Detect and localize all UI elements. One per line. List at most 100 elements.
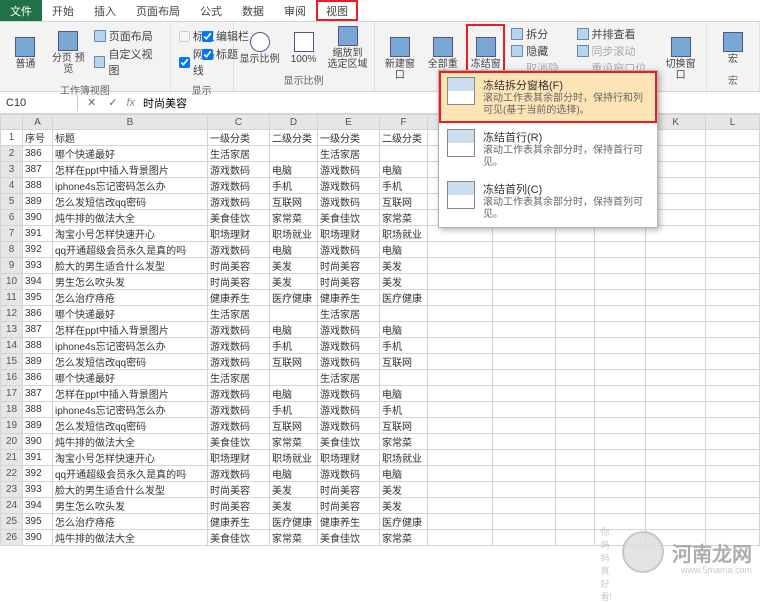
cell[interactable]	[706, 322, 760, 338]
cell[interactable]: 386	[23, 306, 53, 322]
cell[interactable]: iphone4s忘记密码怎么办	[53, 338, 208, 354]
cell[interactable]	[646, 354, 706, 370]
cell[interactable]	[428, 258, 493, 274]
cell[interactable]	[493, 450, 555, 466]
cell[interactable]: 电脑	[270, 242, 318, 258]
cell[interactable]	[646, 370, 706, 386]
row-header[interactable]: 16	[1, 370, 23, 386]
cell[interactable]	[428, 354, 493, 370]
cell[interactable]: 393	[23, 258, 53, 274]
cell[interactable]: 电脑	[270, 386, 318, 402]
cell[interactable]: 生活家居	[208, 306, 270, 322]
normal-view-button[interactable]: 普通	[6, 24, 45, 82]
tab-formula[interactable]: 公式	[190, 0, 232, 21]
cell[interactable]	[646, 466, 706, 482]
cell[interactable]	[595, 482, 646, 498]
cell[interactable]: 美发	[380, 498, 428, 514]
cell[interactable]	[706, 146, 760, 162]
cell[interactable]	[646, 290, 706, 306]
cell[interactable]	[493, 242, 555, 258]
cell[interactable]: 手机	[380, 338, 428, 354]
cell[interactable]	[555, 370, 595, 386]
cell[interactable]: 医疗健康	[380, 290, 428, 306]
row-header[interactable]: 14	[1, 338, 23, 354]
cell[interactable]: 互联网	[270, 194, 318, 210]
freeze-top-row-item[interactable]: 冻结首行(R)滚动工作表其余部分时，保持首行可见。	[439, 123, 657, 175]
cell[interactable]: 392	[23, 242, 53, 258]
cell[interactable]: 电脑	[380, 242, 428, 258]
cell[interactable]: 淘宝小号怎样快速开心	[53, 226, 208, 242]
cell[interactable]	[493, 514, 555, 530]
cell[interactable]	[706, 210, 760, 226]
cell[interactable]: 职场就业	[270, 226, 318, 242]
cell[interactable]: 386	[23, 146, 53, 162]
cell[interactable]: 脸大的男生适合什么发型	[53, 482, 208, 498]
cell[interactable]: 标题	[53, 130, 208, 146]
cell[interactable]: 时尚美容	[208, 498, 270, 514]
cell[interactable]	[595, 450, 646, 466]
cell[interactable]: 游戏数码	[208, 466, 270, 482]
cell[interactable]: 游戏数码	[318, 466, 380, 482]
cell[interactable]: 一级分类	[208, 130, 270, 146]
row-header[interactable]: 6	[1, 210, 23, 226]
cell[interactable]: 游戏数码	[208, 242, 270, 258]
cell[interactable]	[270, 306, 318, 322]
cell[interactable]	[706, 498, 760, 514]
cell[interactable]: 职场就业	[380, 450, 428, 466]
cell[interactable]: 游戏数码	[318, 242, 380, 258]
cell[interactable]	[428, 482, 493, 498]
cell[interactable]	[428, 370, 493, 386]
cell[interactable]	[595, 274, 646, 290]
row-header[interactable]: 22	[1, 466, 23, 482]
cell[interactable]	[706, 130, 760, 146]
row-header-1[interactable]: 1	[1, 130, 23, 146]
cell[interactable]	[428, 530, 493, 546]
cell[interactable]	[706, 306, 760, 322]
cell[interactable]	[555, 466, 595, 482]
headings-checkbox[interactable]: 标题	[202, 46, 249, 62]
cell[interactable]	[555, 290, 595, 306]
cell[interactable]	[706, 162, 760, 178]
cell[interactable]: 388	[23, 178, 53, 194]
cell[interactable]	[706, 402, 760, 418]
cell[interactable]	[493, 274, 555, 290]
cell[interactable]	[555, 338, 595, 354]
cell[interactable]	[555, 482, 595, 498]
split-button[interactable]: 拆分	[511, 26, 568, 42]
cell[interactable]: 手机	[380, 178, 428, 194]
cell[interactable]	[428, 290, 493, 306]
cell[interactable]	[428, 450, 493, 466]
cell[interactable]: 395	[23, 290, 53, 306]
cell[interactable]	[595, 418, 646, 434]
cell[interactable]: 游戏数码	[208, 354, 270, 370]
cell[interactable]: 时尚美容	[318, 258, 380, 274]
cell[interactable]	[270, 370, 318, 386]
col-header-C[interactable]: C	[208, 115, 270, 130]
cell[interactable]: 387	[23, 162, 53, 178]
cell[interactable]: 电脑	[270, 322, 318, 338]
cell[interactable]	[706, 226, 760, 242]
cell[interactable]	[706, 290, 760, 306]
cell[interactable]	[706, 258, 760, 274]
cell[interactable]	[706, 386, 760, 402]
cell[interactable]	[595, 370, 646, 386]
cell[interactable]	[646, 258, 706, 274]
tab-home[interactable]: 开始	[42, 0, 84, 21]
cell[interactable]: 生活家居	[318, 306, 380, 322]
cell[interactable]	[493, 482, 555, 498]
select-all-corner[interactable]	[1, 115, 23, 130]
cell[interactable]: 388	[23, 402, 53, 418]
row-header[interactable]: 23	[1, 482, 23, 498]
row-header[interactable]: 2	[1, 146, 23, 162]
cell[interactable]	[493, 258, 555, 274]
cell[interactable]: 电脑	[380, 386, 428, 402]
tab-layout[interactable]: 页面布局	[126, 0, 190, 21]
cell[interactable]	[555, 306, 595, 322]
cell[interactable]	[493, 354, 555, 370]
cell[interactable]: 美发	[270, 274, 318, 290]
cell[interactable]: 怎么发短信改qq密码	[53, 418, 208, 434]
cell[interactable]: 游戏数码	[318, 338, 380, 354]
cell[interactable]: 美发	[270, 482, 318, 498]
cell[interactable]	[706, 194, 760, 210]
cell[interactable]	[428, 274, 493, 290]
